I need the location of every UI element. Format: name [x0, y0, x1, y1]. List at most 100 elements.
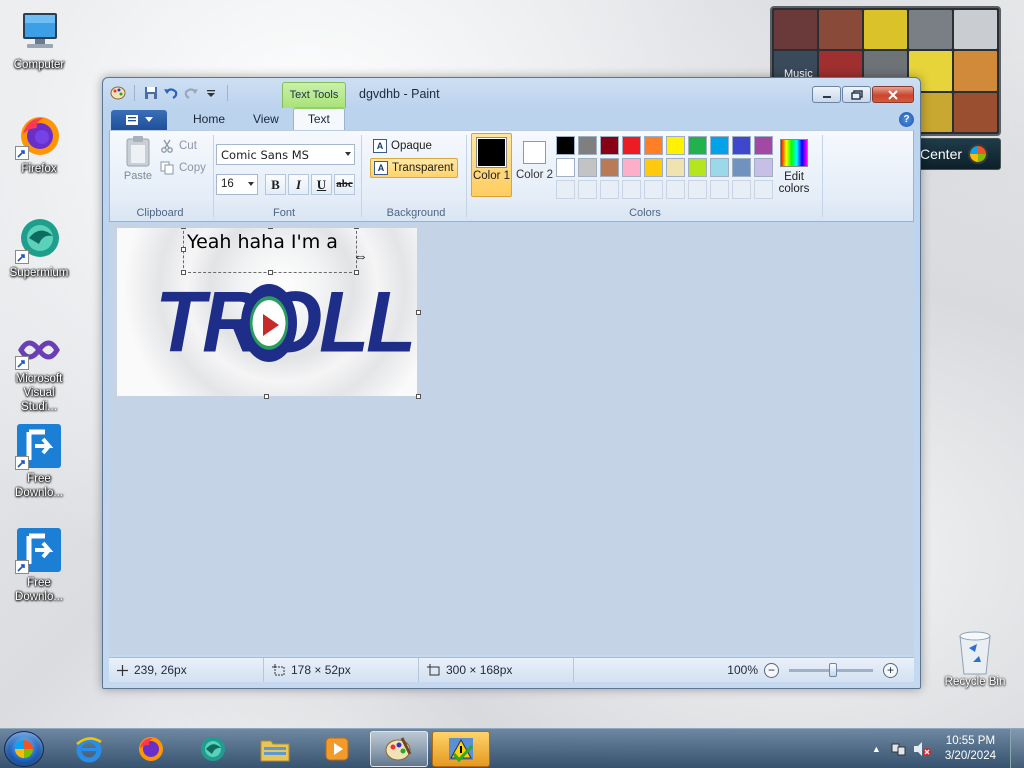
close-button[interactable]: [872, 86, 914, 103]
color-swatch[interactable]: [644, 136, 663, 155]
strikethrough-button[interactable]: abc: [334, 174, 355, 195]
color-swatch[interactable]: [556, 136, 575, 155]
redo-icon[interactable]: [183, 85, 199, 101]
taskbar-clock[interactable]: 10:55 PM 3/20/2024: [935, 734, 1010, 764]
desktop-icon-computer[interactable]: Computer: [4, 8, 74, 72]
zoom-slider[interactable]: [789, 662, 873, 677]
zoom-slider-thumb[interactable]: [829, 662, 837, 677]
color-swatch[interactable]: [622, 158, 641, 177]
recycle-bin-label: Recycle Bin: [944, 676, 1006, 688]
restore-button[interactable]: [842, 86, 871, 103]
taskbar-supermium[interactable]: [184, 731, 242, 767]
taskbar-media-player[interactable]: [308, 731, 366, 767]
canvas-resize-handle[interactable]: [416, 394, 421, 399]
cursor-position: 239, 26px: [134, 663, 187, 677]
transparent-button[interactable]: A Transparent: [370, 158, 458, 178]
taskbar-app-highlighted[interactable]: [432, 731, 490, 767]
help-icon[interactable]: ?: [899, 112, 914, 127]
colors-group-label: Colors: [629, 207, 661, 219]
desktop-icon-firefox[interactable]: Firefox: [4, 112, 74, 176]
taskbar-paint[interactable]: [370, 731, 428, 767]
color-swatch[interactable]: [732, 158, 751, 177]
desktop-icon-recycle-bin[interactable]: Recycle Bin: [944, 630, 1006, 688]
custom-color-slot[interactable]: [710, 180, 729, 199]
custom-color-slot[interactable]: [754, 180, 773, 199]
resize-handle[interactable]: [354, 270, 359, 275]
show-desktop-button[interactable]: [1010, 729, 1024, 768]
color-swatch[interactable]: [622, 136, 641, 155]
bold-button[interactable]: B: [265, 174, 286, 195]
color2-button[interactable]: Color 2: [514, 133, 555, 197]
selection-size-cell: 178 × 52px: [264, 658, 419, 682]
resize-handle[interactable]: [268, 270, 273, 275]
desktop-icon-free-download-1[interactable]: Free Downlo...: [4, 422, 74, 500]
resize-handle[interactable]: [181, 228, 186, 229]
color-swatch[interactable]: [666, 136, 685, 155]
custom-color-slot[interactable]: [556, 180, 575, 199]
custom-color-slot[interactable]: [622, 180, 641, 199]
resize-handle[interactable]: [181, 270, 186, 275]
color-swatch[interactable]: [578, 158, 597, 177]
zoom-in-button[interactable]: +: [883, 662, 898, 678]
opaque-button[interactable]: A Opaque: [370, 136, 458, 156]
customize-qat-icon[interactable]: [203, 85, 219, 101]
color-swatch[interactable]: [710, 136, 729, 155]
title-bar[interactable]: Text Tools dgvdhb - Paint: [103, 78, 920, 108]
taskbar-firefox[interactable]: [122, 731, 180, 767]
undo-icon[interactable]: [163, 85, 179, 101]
tab-view[interactable]: View: [239, 109, 293, 130]
save-icon[interactable]: [143, 85, 159, 101]
custom-color-slot[interactable]: [732, 180, 751, 199]
color-swatch[interactable]: [556, 158, 575, 177]
color-swatch[interactable]: [600, 158, 619, 177]
firefox-icon: [15, 112, 63, 160]
media-center-bar[interactable]: Center: [916, 138, 1001, 170]
canvas-resize-handle[interactable]: [416, 310, 421, 315]
canvas-workspace[interactable]: TROLL Yeah haha I'm a ⇔: [109, 223, 914, 655]
custom-color-slot[interactable]: [644, 180, 663, 199]
font-family-select[interactable]: Comic Sans MS: [216, 144, 355, 165]
system-tray: ▲ 10:55 PM 3/20/2024: [872, 729, 1024, 768]
start-button[interactable]: [4, 731, 44, 767]
volume-muted-icon[interactable]: [913, 741, 931, 757]
desktop-icon-visual-studio[interactable]: Microsoft Visual Studi...: [4, 330, 74, 414]
color1-button[interactable]: Color 1: [471, 133, 512, 197]
resize-handle[interactable]: [181, 247, 186, 252]
tab-home[interactable]: Home: [179, 109, 239, 130]
color-swatch[interactable]: [688, 136, 707, 155]
drawing-canvas[interactable]: TROLL Yeah haha I'm a ⇔: [117, 228, 417, 396]
custom-color-slot[interactable]: [688, 180, 707, 199]
edit-colors-button[interactable]: Edit colors: [774, 133, 814, 195]
underline-button[interactable]: U: [311, 174, 332, 195]
italic-button[interactable]: I: [288, 174, 309, 195]
zoom-out-button[interactable]: −: [764, 662, 779, 678]
paint-menu-button[interactable]: [111, 110, 167, 130]
color-swatch[interactable]: [644, 158, 663, 177]
network-icon[interactable]: [891, 741, 907, 757]
chevron-down-icon: [248, 182, 254, 186]
custom-color-slot[interactable]: [600, 180, 619, 199]
color-swatch[interactable]: [710, 158, 729, 177]
color-swatch[interactable]: [666, 158, 685, 177]
tab-text[interactable]: Text: [292, 107, 345, 130]
desktop-icon-supermium[interactable]: Supermium: [4, 216, 74, 280]
desktop-icon-free-download-2[interactable]: Free Downlo...: [4, 526, 74, 604]
text-input-box[interactable]: Yeah haha I'm a: [181, 228, 359, 275]
color-swatch[interactable]: [600, 136, 619, 155]
color-swatch[interactable]: [754, 136, 773, 155]
taskbar-explorer[interactable]: [246, 731, 304, 767]
color-swatch[interactable]: [754, 158, 773, 177]
color-swatch[interactable]: [578, 136, 597, 155]
minimize-button[interactable]: [812, 86, 841, 103]
color-swatch[interactable]: [688, 158, 707, 177]
paint-app-icon[interactable]: [110, 85, 126, 101]
taskbar-internet-explorer[interactable]: [60, 731, 118, 767]
canvas-resize-handle[interactable]: [264, 394, 269, 399]
show-hidden-icons-icon[interactable]: ▲: [872, 744, 881, 754]
font-size-select[interactable]: 16: [216, 174, 258, 195]
color-swatch[interactable]: [732, 136, 751, 155]
custom-color-slot[interactable]: [666, 180, 685, 199]
resize-handle[interactable]: [268, 228, 273, 229]
custom-color-slot[interactable]: [578, 180, 597, 199]
resize-handle[interactable]: [354, 228, 359, 229]
